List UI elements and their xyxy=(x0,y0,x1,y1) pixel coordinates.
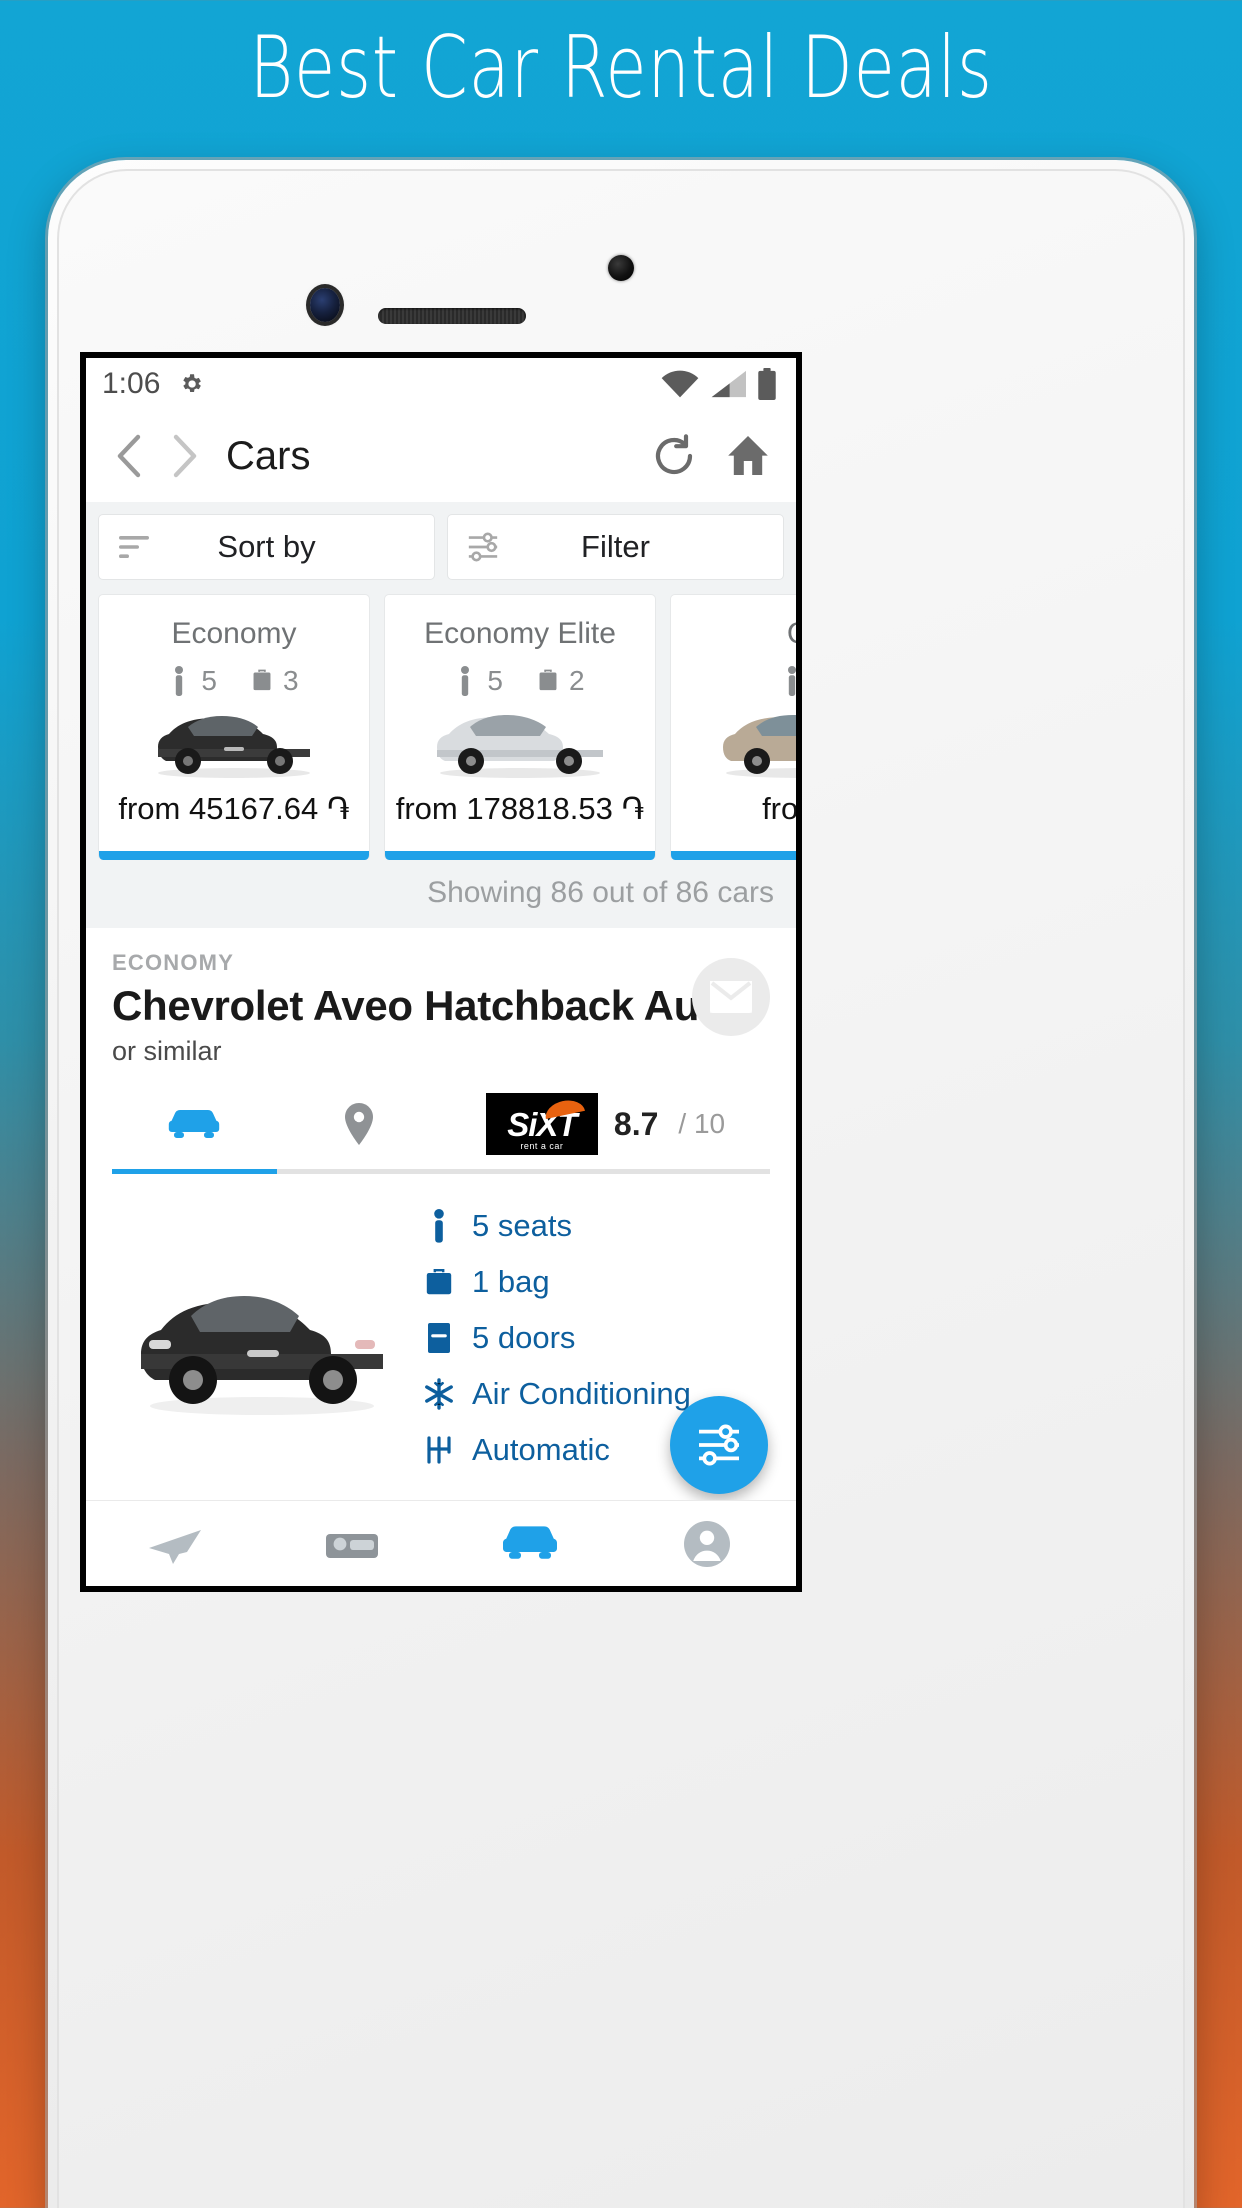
category-price: from 4 xyxy=(762,791,796,826)
category-bags: 2 xyxy=(569,665,585,696)
bottom-nav-flights[interactable] xyxy=(86,1522,264,1566)
status-clock: 1:06 xyxy=(102,367,161,400)
sort-icon xyxy=(117,530,151,564)
results-summary: Showing 86 out of 86 cars xyxy=(86,860,796,928)
home-icon[interactable] xyxy=(722,430,774,482)
rating-max: / 10 xyxy=(678,1108,726,1139)
page-heading: Cars xyxy=(226,433,311,478)
status-indicators xyxy=(660,368,778,400)
spec-label: Air Conditioning xyxy=(472,1376,691,1411)
category-carousel[interactable]: Economy 5 3 from 45167.64 ֏ Economy Elit… xyxy=(86,594,796,860)
category-car-image xyxy=(711,703,796,781)
car-category-tag: ECONOMY xyxy=(112,950,235,975)
back-chevron-icon[interactable] xyxy=(102,429,156,483)
car-result-card[interactable]: ECONOMY Chevrolet Aveo Hatchback Aut. or… xyxy=(86,928,796,1488)
gearshift-icon xyxy=(422,1432,456,1468)
category-accent-bar xyxy=(671,851,796,860)
car-subtitle: or similar xyxy=(112,1036,222,1066)
category-specs: 5 3 xyxy=(169,665,299,697)
category-name: Economy xyxy=(171,617,297,650)
rating-value: 8.7 xyxy=(613,1105,659,1142)
front-camera-icon xyxy=(310,288,340,322)
refresh-icon[interactable] xyxy=(648,430,700,482)
earpiece-speaker xyxy=(378,308,526,324)
car-photo xyxy=(112,1200,412,1488)
spec-item: 5 seats xyxy=(422,1208,770,1244)
browser-nav-bar: Cars xyxy=(86,410,796,502)
sort-by-button[interactable]: Sort by xyxy=(98,514,435,580)
category-accent-bar xyxy=(99,851,369,860)
category-name: Economy Elite xyxy=(424,617,616,650)
phone-screen-frame: 1:06 Cars Sort by Filter Economy 5 3 fro… xyxy=(80,352,802,1592)
tab-car[interactable] xyxy=(112,1093,277,1174)
category-specs: 5 2 xyxy=(455,665,585,697)
spec-label: 5 seats xyxy=(472,1208,572,1243)
person-icon xyxy=(169,666,191,696)
bottom-nav-account[interactable] xyxy=(619,1519,797,1569)
bottom-nav-hotels[interactable] xyxy=(264,1522,442,1566)
supplier-tagline: rent a car xyxy=(520,1141,564,1151)
app-screen: 1:06 Cars Sort by Filter Economy 5 3 fro… xyxy=(86,358,796,1586)
tab-supplier[interactable]: SiXT rent a car 8.7 / 10 xyxy=(441,1093,770,1174)
front-sensor-icon xyxy=(608,255,634,281)
filter-fab-button[interactable] xyxy=(670,1396,768,1494)
status-bar: 1:06 xyxy=(86,358,796,410)
car-card-tabs: SiXT rent a car 8.7 / 10 xyxy=(112,1093,770,1174)
person-icon xyxy=(455,666,477,696)
bag-icon xyxy=(251,666,273,696)
category-card[interactable]: Economy 5 3 from 45167.64 ֏ xyxy=(98,594,370,860)
forward-chevron-icon[interactable] xyxy=(156,429,210,483)
person-icon xyxy=(782,666,796,696)
snowflake-icon xyxy=(422,1376,456,1412)
gear-icon xyxy=(178,371,204,397)
category-specs: 5 xyxy=(782,665,796,697)
spec-label: 1 bag xyxy=(472,1264,550,1299)
cellular-signal-icon xyxy=(710,369,746,399)
bottom-nav-cars[interactable] xyxy=(441,1522,619,1566)
category-car-image xyxy=(144,703,324,781)
category-bags: 3 xyxy=(283,665,299,696)
person-icon xyxy=(422,1208,456,1244)
bag-icon xyxy=(422,1264,456,1300)
tab-location[interactable] xyxy=(276,1093,441,1174)
spec-item: 1 bag xyxy=(422,1264,770,1300)
filter-button[interactable]: Filter xyxy=(447,514,784,580)
category-seats: 5 xyxy=(487,665,503,696)
category-price: from 45167.64 ֏ xyxy=(118,791,350,826)
sort-filter-bar: Sort by Filter xyxy=(86,502,796,594)
category-card[interactable]: Co 5 from 4 xyxy=(670,594,796,860)
category-car-image xyxy=(425,703,615,781)
spec-label: Automatic xyxy=(472,1432,610,1467)
filter-sliders-icon xyxy=(466,530,500,564)
envelope-icon[interactable] xyxy=(692,958,770,1036)
category-name: Co xyxy=(787,617,796,651)
bottom-nav-bar xyxy=(86,1500,796,1586)
category-seats: 5 xyxy=(201,665,217,696)
spec-item: 5 doors xyxy=(422,1320,770,1356)
category-accent-bar xyxy=(385,851,655,860)
bag-icon xyxy=(537,666,559,696)
category-card[interactable]: Economy Elite 5 2 from 178818.53 ֏ xyxy=(384,594,656,860)
battery-icon xyxy=(756,368,778,400)
wifi-icon xyxy=(660,369,700,399)
page-title: Best Car Rental Deals xyxy=(249,18,993,118)
car-title: Chevrolet Aveo Hatchback Aut. xyxy=(112,982,725,1029)
door-icon xyxy=(422,1320,456,1356)
spec-label: 5 doors xyxy=(472,1320,576,1355)
category-price: from 178818.53 ֏ xyxy=(395,791,645,826)
supplier-logo: SiXT rent a car xyxy=(485,1093,598,1155)
